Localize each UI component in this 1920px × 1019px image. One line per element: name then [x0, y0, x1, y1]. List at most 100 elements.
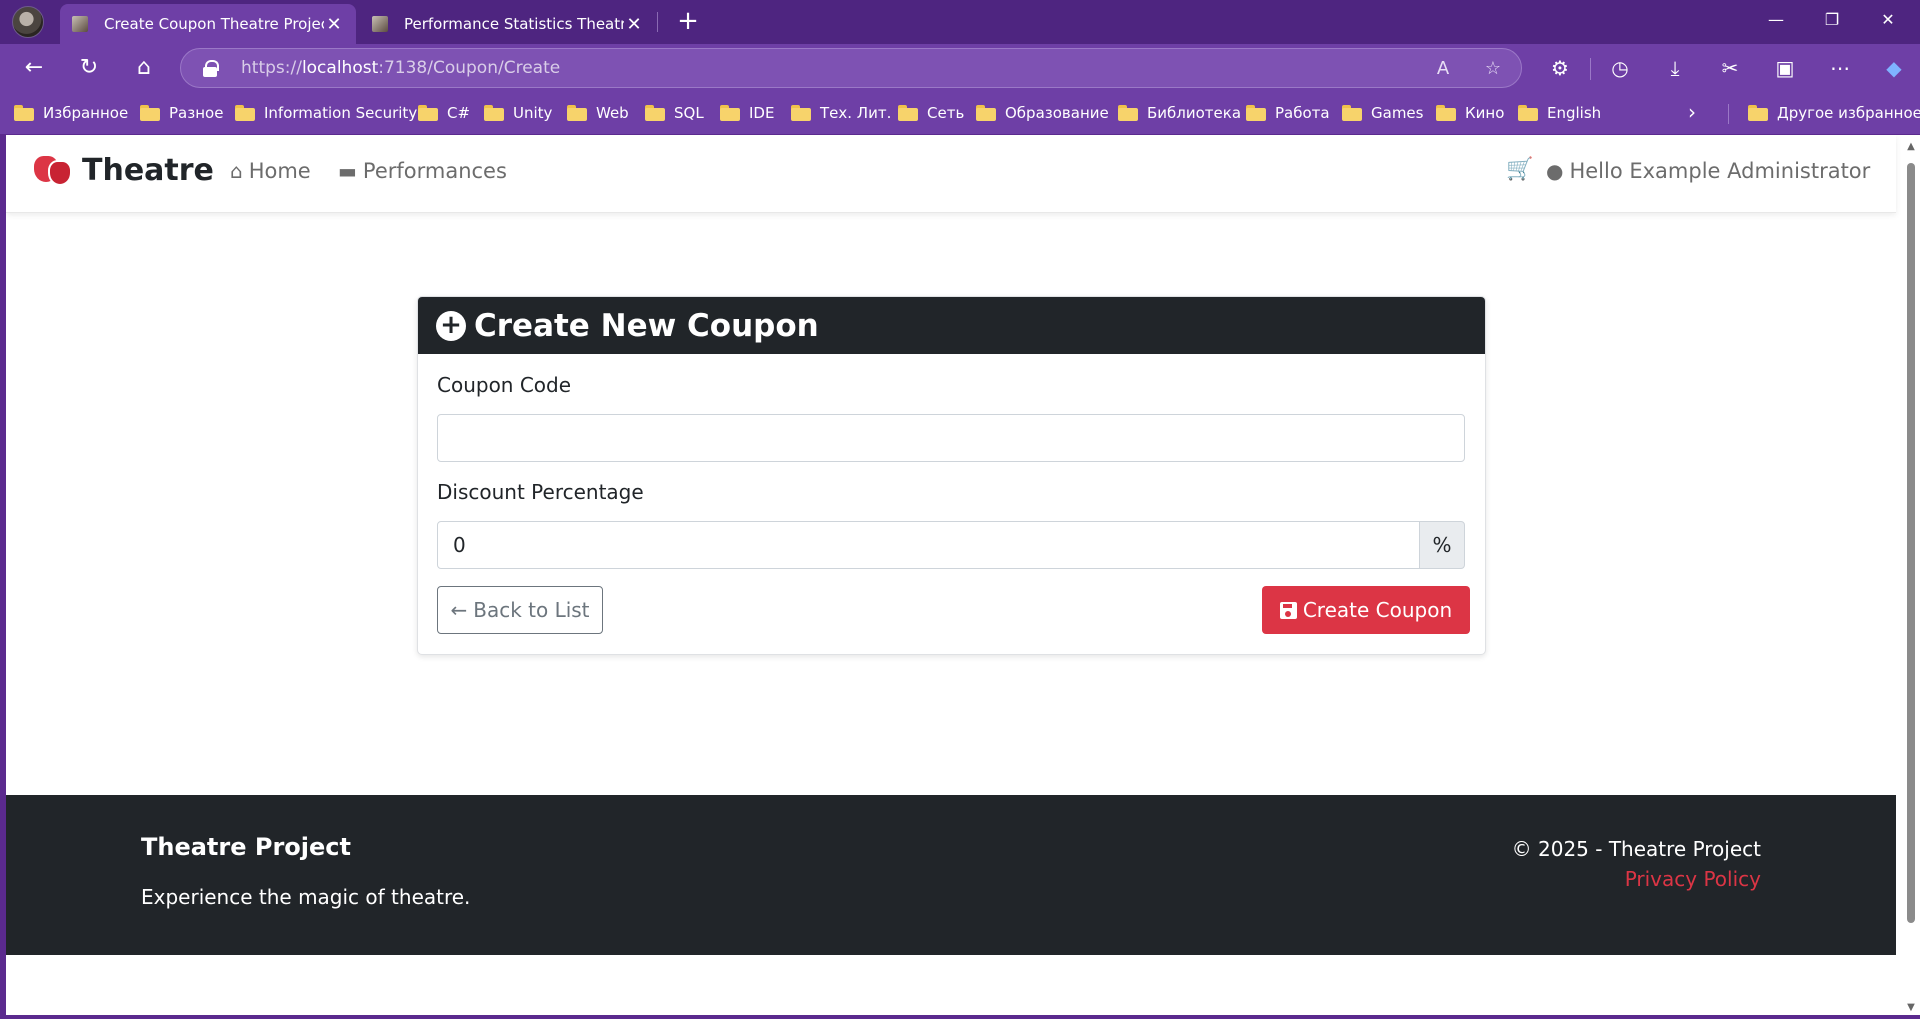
read-aloud-icon[interactable]: A — [1431, 57, 1455, 81]
user-greeting: Hello Example Administrator — [1569, 159, 1871, 183]
bookmark-folder[interactable]: Games — [1342, 102, 1423, 124]
bookmark-folder[interactable]: Тех. Лит. — [791, 102, 891, 124]
folder-icon — [1342, 105, 1362, 121]
brand-name: Theatre — [82, 153, 214, 188]
close-tab-icon[interactable]: ✕ — [324, 14, 344, 35]
site-navbar: Theatre ⌂ Home ▬ Performances 🛒 ● Hello … — [6, 135, 1896, 213]
theatre-masks-icon — [34, 155, 72, 186]
folder-icon — [645, 105, 665, 121]
home-icon[interactable]: ⌂ — [128, 52, 160, 84]
refresh-icon[interactable]: ↻ — [73, 52, 105, 84]
bookmark-folder[interactable]: Сеть — [898, 102, 964, 124]
home-icon: ⌂ — [230, 159, 243, 183]
discount-percentage-label: Discount Percentage — [437, 480, 644, 504]
ticket-icon: ▬ — [338, 159, 357, 183]
bookmark-folder[interactable]: Unity — [484, 102, 552, 124]
extensions-icon[interactable]: ⚙ — [1546, 54, 1574, 82]
history-icon[interactable]: ◷ — [1606, 54, 1634, 82]
close-window-icon[interactable]: ✕ — [1860, 0, 1916, 40]
percent-addon: % — [1419, 521, 1465, 569]
address-bar[interactable]: https://localhost:7138/Coupon/Create A ☆ — [180, 48, 1522, 88]
lock-icon[interactable] — [203, 60, 219, 77]
brand-link[interactable]: Theatre — [34, 153, 214, 188]
folder-icon — [976, 105, 996, 121]
bookmark-folder[interactable]: Образование — [976, 102, 1109, 124]
folder-icon — [1118, 105, 1138, 121]
footer-copyright: © 2025 - Theatre Project — [1511, 837, 1761, 861]
tab-create-coupon[interactable]: Create Coupon Theatre Project ✕ — [60, 4, 356, 44]
theatre-favicon-icon — [72, 16, 88, 32]
user-menu[interactable]: ● Hello Example Administrator — [1546, 159, 1870, 183]
scroll-up-icon[interactable]: ▲ — [1905, 141, 1917, 152]
privacy-policy-link[interactable]: Privacy Policy — [1625, 867, 1761, 891]
chevron-right-icon[interactable]: › — [1688, 100, 1696, 124]
discount-percentage-input[interactable]: 0 — [437, 521, 1420, 569]
tab-performance-statistics[interactable]: Performance Statistics Theatre Pro ✕ — [360, 4, 656, 44]
other-bookmarks-folder[interactable]: Другое избранное — [1748, 102, 1920, 124]
bookmark-folder[interactable]: English — [1518, 102, 1601, 124]
browser-titlebar: Create Coupon Theatre Project ✕ Performa… — [0, 0, 1920, 44]
coupon-code-input[interactable] — [437, 414, 1465, 462]
folder-icon — [14, 105, 34, 121]
bookmark-folder[interactable]: Разное — [140, 102, 223, 124]
bookmark-folder[interactable]: Библиотека — [1118, 102, 1241, 124]
bookmarks-bar: Избранное Разное Information Security C#… — [0, 92, 1920, 134]
bookmark-folder[interactable]: Кино — [1436, 102, 1504, 124]
folder-icon — [1436, 105, 1456, 121]
bookmark-folder[interactable]: Работа — [1246, 102, 1330, 124]
plus-circle-icon: + — [436, 310, 466, 341]
bookmark-folder[interactable]: Избранное — [14, 102, 128, 124]
card-title: Create New Coupon — [474, 307, 819, 344]
back-arrow-icon[interactable]: ← — [18, 52, 50, 84]
bookmark-folder[interactable]: C# — [418, 102, 470, 124]
folder-icon — [898, 105, 918, 121]
nav-performances-link[interactable]: ▬ Performances — [338, 159, 507, 183]
footer-title: Theatre Project — [141, 833, 351, 861]
arrow-left-icon: ← — [450, 598, 468, 622]
back-to-list-button[interactable]: ← Back to List — [437, 586, 603, 634]
minimize-icon[interactable]: — — [1748, 0, 1804, 40]
favorite-star-icon[interactable]: ☆ — [1481, 57, 1505, 81]
nav-home-link[interactable]: ⌂ Home — [230, 159, 311, 183]
bookmark-folder[interactable]: SQL — [645, 102, 704, 124]
bookmarks-divider — [1728, 104, 1729, 124]
profile-avatar[interactable] — [12, 6, 44, 38]
save-icon — [1279, 601, 1297, 619]
toolbar-divider — [1590, 58, 1591, 80]
folder-icon — [140, 105, 160, 121]
folder-icon — [484, 105, 504, 121]
create-coupon-label: Create Coupon — [1302, 598, 1453, 622]
bookmark-folder[interactable]: Web — [567, 102, 629, 124]
tab-divider — [657, 12, 658, 32]
screenshot-icon[interactable]: ✂ — [1716, 54, 1744, 82]
back-to-list-label: Back to List — [473, 598, 590, 622]
restore-icon[interactable]: ❐ — [1804, 0, 1860, 40]
bookmark-folder[interactable]: Information Security — [235, 102, 417, 124]
scroll-down-icon[interactable]: ▼ — [1905, 1002, 1917, 1013]
folder-icon — [235, 105, 255, 121]
url-text[interactable]: https://localhost:7138/Coupon/Create — [241, 58, 560, 78]
folder-icon — [567, 105, 587, 121]
card-header: + Create New Coupon — [418, 297, 1485, 354]
copilot-icon[interactable]: ◆ — [1880, 54, 1908, 82]
folder-icon — [791, 105, 811, 121]
page-scrollbar[interactable]: ▲ ▼ — [1902, 135, 1920, 1015]
create-coupon-card: + Create New Coupon Coupon Code Discount… — [417, 296, 1486, 655]
folder-icon — [720, 105, 740, 121]
theatre-favicon-icon — [372, 16, 388, 32]
scroll-thumb[interactable] — [1907, 163, 1915, 923]
collections-icon[interactable]: ▣ — [1771, 54, 1799, 82]
nav-home-label: Home — [248, 159, 311, 183]
download-icon[interactable]: ⤓ — [1661, 54, 1689, 82]
bookmark-folder[interactable]: IDE — [720, 102, 774, 124]
new-tab-icon[interactable]: + — [672, 6, 704, 38]
folder-icon — [1246, 105, 1266, 121]
folder-icon — [1748, 105, 1768, 121]
close-tab-icon[interactable]: ✕ — [624, 14, 644, 35]
folder-icon — [1518, 105, 1538, 121]
create-coupon-button[interactable]: Create Coupon — [1262, 586, 1470, 634]
more-menu-icon[interactable]: ⋯ — [1826, 54, 1854, 82]
page-viewport: Theatre ⌂ Home ▬ Performances 🛒 ● Hello … — [6, 135, 1920, 1015]
cart-icon[interactable]: 🛒 — [1506, 157, 1533, 182]
browser-toolbar: ← ↻ ⌂ https://localhost:7138/Coupon/Crea… — [0, 44, 1920, 92]
